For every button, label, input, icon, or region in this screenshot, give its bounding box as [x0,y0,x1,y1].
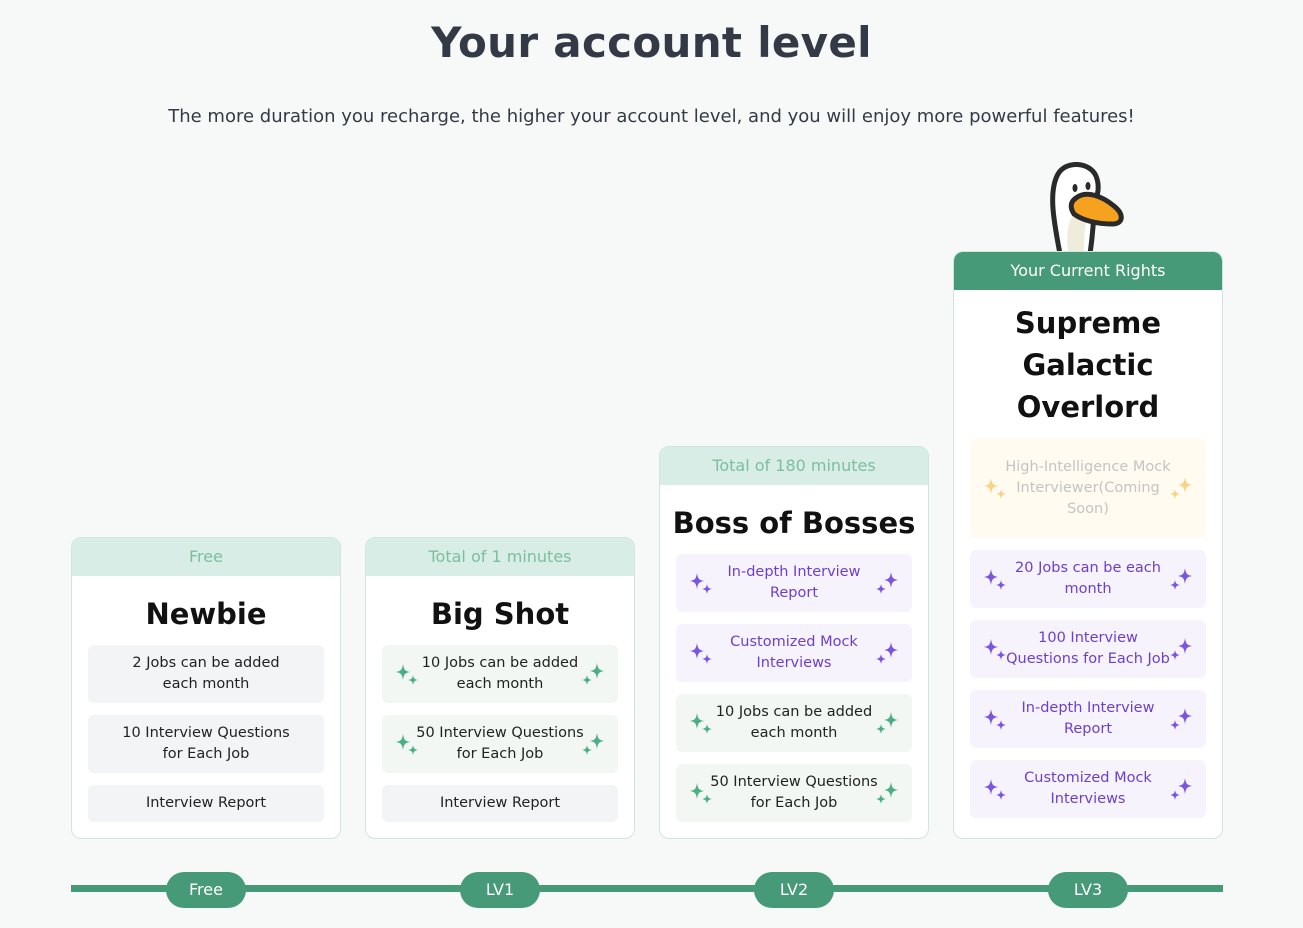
feature-label: Interview Report [439,794,561,811]
feature-label: 2 Jobs can be added each month [132,654,280,692]
sparkle-icon [984,569,1006,590]
sparkle-icon [876,781,898,804]
page-title: Your account level [431,18,872,67]
feature-label: 50 Interview Questions for Each Job [416,724,584,762]
feature-item: High-Intelligence Mock Interviewer(Comin… [970,438,1206,538]
sparkle-icon [1170,708,1192,730]
feature-label: 50 Interview Questions for Each Job [710,773,878,811]
feature-label: 20 Jobs can be each month [1015,560,1161,597]
feature-item: 20 Jobs can be each month [970,550,1206,608]
feature-item: In-depth Interview Report [676,553,912,612]
feature-item: 10 Interview Questions for Each Job [88,714,324,773]
feature-label: High-Intelligence Mock Interviewer(Comin… [1005,458,1171,517]
feature-item: 50 Interview Questions for Each Job [382,714,618,773]
sparkle-icon [876,641,898,664]
card-level-name: Boss of Bosses [672,506,916,540]
feature-label: 10 Jobs can be added each month [715,703,873,741]
sparkle-icon [1170,638,1192,660]
feature-item: Interview Report [382,784,618,822]
sparkle-icon [690,572,712,594]
feature-item: 10 Jobs can be added each month [676,693,912,752]
sparkle-icon [582,732,604,755]
sparkle-icon [984,709,1006,730]
feature-item: Interview Report [88,784,324,822]
goose-mascot-icon [1050,162,1124,254]
feature-label: In-depth Interview Report [727,563,861,601]
level-card-big-shot: Total of 1 minutes Big Shot 10 Jobs can … [365,537,635,839]
feature-item: Customized Mock Interviews [970,760,1206,818]
feature-item: Customized Mock Interviews [676,623,912,682]
sparkle-icon [984,779,1006,800]
feature-label: Customized Mock Interviews [1024,770,1152,807]
feature-label: 100 Interview Questions for Each Job [1006,630,1170,667]
card-head: Total of 1 minutes [366,538,634,576]
feature-label: 10 Jobs can be added each month [421,654,579,692]
sparkle-icon [690,782,712,804]
level-card-newbie: Free Newbie 2 Jobs can be added each mon… [71,537,341,839]
feature-label: 10 Interview Questions for Each Job [122,724,290,762]
card-level-name: Newbie [145,597,267,631]
card-level-name: Supreme Galactic Overlord [1014,306,1162,424]
sparkle-icon [690,642,712,664]
feature-item: In-depth Interview Report [970,690,1206,748]
feature-label: In-depth Interview Report [1021,700,1155,737]
card-level-name: Big Shot [430,597,570,631]
sparkle-icon [396,663,418,685]
level-card-boss-of-bosses: Total of 180 minutes Boss of Bosses In-d… [659,446,929,839]
level-marker-free: Free [166,872,246,908]
feature-label: Interview Report [145,794,267,811]
sparkle-icon [984,478,1006,499]
sparkle-icon [396,733,418,755]
sparkle-icon [984,639,1006,660]
feature-item: 50 Interview Questions for Each Job [676,763,912,822]
sparkle-icon [582,662,604,685]
feature-item: 10 Jobs can be added each month [382,644,618,703]
level-marker-lv3: LV3 [1048,872,1128,908]
current-rights-badge: Your Current Rights [954,252,1222,290]
level-card-supreme-galactic-overlord: Your Current Rights Supreme Galactic Ove… [953,251,1223,839]
sparkle-icon [876,711,898,734]
page-subtitle: The more duration you recharge, the high… [168,106,1135,127]
level-marker-lv1: LV1 [460,872,540,908]
feature-label: Customized Mock Interviews [730,633,858,671]
card-head: Total of 180 minutes [660,447,928,485]
sparkle-icon [876,571,898,594]
sparkle-icon [690,712,712,734]
sparkle-icon [1170,477,1192,499]
card-head: Free [72,538,340,576]
sparkle-icon [1170,778,1192,800]
sparkle-icon [1170,568,1192,590]
feature-item: 100 Interview Questions for Each Job [970,620,1206,678]
level-marker-lv2: LV2 [754,872,834,908]
feature-item: 2 Jobs can be added each month [88,644,324,703]
